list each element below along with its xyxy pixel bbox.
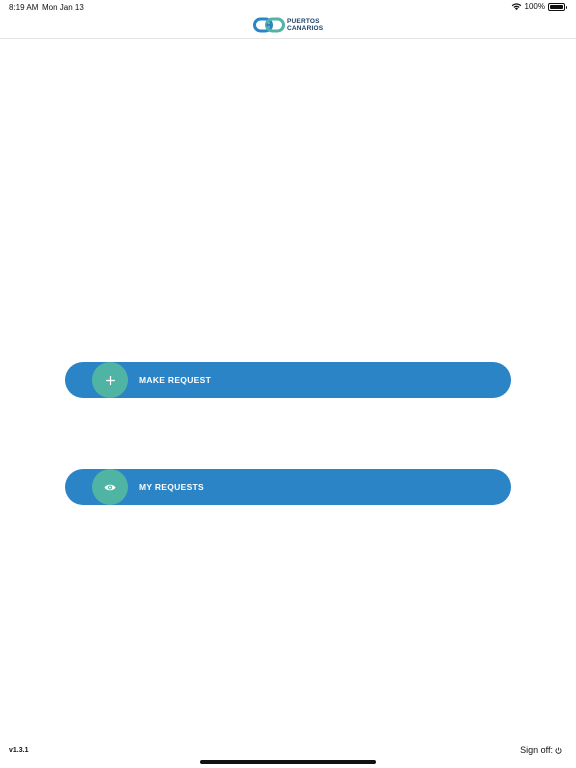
status-date: Mon Jan 13 bbox=[42, 3, 84, 12]
battery-icon bbox=[548, 2, 567, 11]
chain-link-logo-icon bbox=[253, 17, 285, 33]
puertos-canarios-logo: PUERTOS CANARIOS bbox=[253, 15, 323, 35]
status-time: 8:19 AM bbox=[9, 3, 39, 12]
my-requests-button[interactable]: MY REQUESTS bbox=[65, 469, 511, 505]
battery-percent: 100% bbox=[524, 2, 545, 11]
plus-icon bbox=[105, 375, 115, 385]
sign-off-button[interactable]: Sign off: bbox=[520, 745, 562, 755]
app-header: PUERTOS CANARIOS bbox=[0, 14, 576, 39]
home-indicator bbox=[200, 760, 376, 764]
logo-wordmark: PUERTOS CANARIOS bbox=[287, 18, 323, 32]
logo-line-1: PUERTOS bbox=[287, 18, 320, 25]
power-icon bbox=[555, 747, 562, 754]
eye-icon bbox=[104, 484, 116, 490]
status-indicators: 100% bbox=[511, 2, 567, 11]
make-request-label: MAKE REQUEST bbox=[139, 375, 212, 385]
wifi-icon bbox=[511, 3, 521, 11]
app-version: v1.3.1 bbox=[9, 747, 29, 754]
app-screen: 8:19 AM Mon Jan 13 100% PUERTOS CANARIOS… bbox=[0, 0, 576, 768]
my-requests-label: MY REQUESTS bbox=[139, 482, 205, 492]
logo-line-2: CANARIOS bbox=[287, 25, 324, 32]
my-requests-icon-circle bbox=[92, 469, 128, 505]
sign-off-label: Sign off: bbox=[520, 745, 553, 755]
make-request-button[interactable]: MAKE REQUEST bbox=[65, 362, 511, 398]
make-request-icon-circle bbox=[92, 362, 128, 398]
status-bar: 8:19 AM Mon Jan 13 100% bbox=[0, 0, 576, 14]
